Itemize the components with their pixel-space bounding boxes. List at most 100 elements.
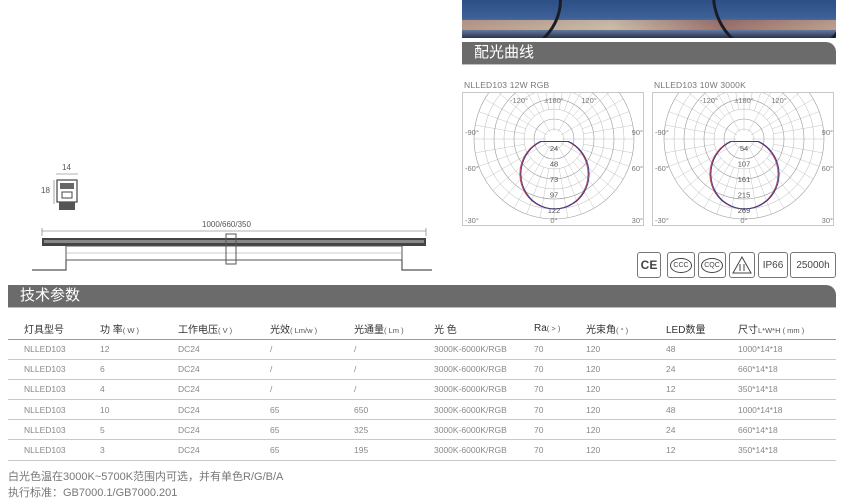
table-cell: 120: [570, 439, 650, 461]
polar-spoke: [559, 168, 569, 218]
polar-spoke: [475, 124, 525, 134]
table-row: NLLED103 3 DC24 65 195 3000K-6000K/RGB 70 120 12…: [8, 439, 836, 461]
radial-tick-label: 269: [738, 206, 751, 215]
polar-spoke: [749, 168, 759, 218]
table-row: NLLED103 6 DC24//3000K-6000K/RGB 70 120 24 660…: [8, 359, 836, 380]
polar-spoke: [665, 144, 715, 154]
polar-spoke: [484, 142, 548, 180]
polar-chart-label: NLLED103 10W 3000K: [654, 80, 746, 90]
col-header-beam-angle: 光束角( ° ): [570, 319, 650, 340]
cqc-mark-icon: CQC: [698, 252, 726, 278]
col-header-color: 光 色: [418, 319, 518, 340]
table-cell: 12: [84, 339, 162, 360]
polar-spoke: [763, 161, 796, 201]
table-cell: 65: [254, 439, 338, 461]
polar-spoke: [502, 161, 535, 201]
table-cell: 3000K-6000K/RGB: [418, 359, 518, 380]
table-cell: DC24: [162, 339, 254, 360]
table-cell: 660*14*18: [722, 419, 836, 441]
col-header-led-count: LED数量: [650, 319, 722, 340]
table-cell: 48: [650, 399, 722, 421]
radial-tick-label: 122: [548, 206, 561, 215]
angle-label: -120°: [510, 96, 528, 105]
radial-tick-label: 161: [738, 175, 751, 184]
table-cell: 195: [338, 439, 418, 461]
lifetime-badge: 25000h: [790, 252, 836, 278]
polar-spoke: [583, 144, 633, 154]
table-row: NLLED103 5 DC24 65 325 3000K-6000K/RGB 70 120 24…: [8, 419, 836, 441]
col-header-voltage: 工作电压( V ): [162, 319, 254, 340]
ip66-badge: IP66: [758, 252, 788, 278]
table-cell: /: [338, 339, 418, 360]
angle-label: 0°: [550, 216, 557, 225]
col-header-power: 功 率( W ): [84, 319, 162, 340]
table-cell: NLLED103: [8, 359, 84, 380]
ce-mark-icon: CE: [637, 252, 661, 278]
table-cell: DC24: [162, 379, 254, 401]
polar-spoke: [703, 145, 741, 209]
angle-label: 90°: [822, 128, 833, 137]
polar-spoke: [665, 124, 715, 134]
table-cell: NLLED103: [8, 439, 84, 461]
polar-chart-svg: 24 48 73 97 122 -120° ±180° 120° -90° 90° -60° 60° -…: [465, 93, 643, 225]
table-cell: DC24: [162, 399, 254, 421]
radial-tick-label: 97: [550, 191, 558, 200]
angle-label: -120°: [700, 96, 718, 105]
angle-label: ±180°: [734, 96, 754, 105]
cross-section-icon: [53, 173, 78, 210]
angle-label: 120°: [581, 96, 597, 105]
table-cell: /: [254, 379, 338, 401]
note-color-temp: 白光色温在3000K~5700K范围内可选，并有单色R/G/B/A: [8, 471, 284, 483]
spec-table: 灯具型号 功 率( W ) 工作电压( V ) 光效( Lm/w ) 光通量( …: [8, 319, 836, 461]
table-header-row: 灯具型号 功 率( W ) 工作电压( V ) 光效( Lm/w ) 光通量( …: [8, 319, 836, 340]
polar-spoke: [750, 142, 814, 180]
radial-tick-label: 73: [550, 175, 558, 184]
table-cell: 65: [254, 399, 338, 421]
table-cell: 350*14*18: [722, 379, 836, 401]
table-cell: 6: [84, 359, 162, 380]
ccc-mark-icon: CCC: [667, 252, 695, 278]
table-cell: 48: [650, 339, 722, 360]
col-header-size: 尺寸L*W*H ( mm ): [722, 319, 836, 340]
table-cell: 120: [570, 339, 650, 360]
col-header-ra: Ra( > ): [518, 319, 570, 340]
angle-label: -30°: [655, 216, 669, 225]
table-cell: NLLED103: [8, 379, 84, 401]
table-cell: 3000K-6000K/RGB: [418, 439, 518, 461]
table-cell: 650: [338, 399, 418, 421]
radial-tick-label: 48: [550, 160, 558, 169]
table-cell: 24: [650, 359, 722, 380]
table-cell: 65: [254, 419, 338, 441]
angle-label: -90°: [655, 128, 669, 137]
polar-chart-3000k: 54 107 161 215 269 -120° ±180° 120° -90° 90° -60° 6…: [652, 92, 834, 226]
table-cell: NLLED103: [8, 399, 84, 421]
table-cell: 10: [84, 399, 162, 421]
angle-label: ±180°: [544, 96, 564, 105]
section-title-tech-params: 技术参数: [8, 285, 836, 308]
radial-tick-label: 215: [738, 191, 751, 200]
table-cell: 5: [84, 419, 162, 441]
table-cell: NLLED103: [8, 419, 84, 441]
table-cell: 4: [84, 379, 162, 401]
table-cell: 24: [650, 419, 722, 441]
table-cell: DC24: [162, 439, 254, 461]
angle-label: -60°: [465, 164, 479, 173]
table-cell: 3000K-6000K/RGB: [418, 379, 518, 401]
table-cell: 12: [650, 379, 722, 401]
table-cell: 3000K-6000K/RGB: [418, 419, 518, 441]
angle-label: 0°: [740, 216, 747, 225]
polar-chart-svg: 54 107 161 215 269 -120° ±180° 120° -90° 90° -60° 6…: [655, 93, 833, 225]
section-title-light-curve: 配光曲线: [462, 42, 836, 65]
polar-spoke: [773, 124, 823, 134]
polar-spoke: [773, 144, 823, 154]
polar-spoke: [573, 161, 606, 201]
angle-label: -90°: [465, 128, 479, 137]
side-view-icon: [32, 228, 432, 271]
table-cell: /: [338, 359, 418, 380]
table-cell: 3: [84, 439, 162, 461]
table-cell: /: [254, 359, 338, 380]
polar-spoke: [560, 142, 624, 180]
table-cell: 1000*14*18: [722, 339, 836, 360]
table-cell: 70: [518, 399, 570, 421]
polar-spoke: [492, 158, 532, 191]
